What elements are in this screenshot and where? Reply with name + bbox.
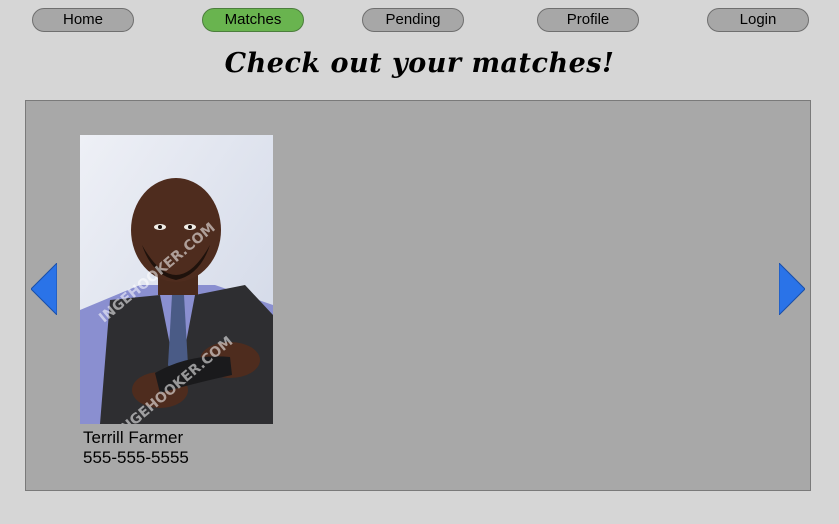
- match-phone: 555-555-5555: [83, 448, 189, 467]
- nav-login-button[interactable]: Login: [707, 8, 809, 32]
- match-name: Terrill Farmer: [83, 428, 184, 447]
- page-title: Check out your matches!: [224, 48, 615, 79]
- nav-pending-button[interactable]: Pending: [362, 8, 464, 32]
- nav-profile-button[interactable]: Profile: [537, 8, 639, 32]
- nav-matches-button[interactable]: Matches: [202, 8, 304, 32]
- match-photo: INGEHOOKER.COM INGEHOOKER.COM: [80, 135, 273, 424]
- arrow-right-icon[interactable]: [779, 263, 805, 315]
- nav-home-button[interactable]: Home: [32, 8, 134, 32]
- arrow-left-icon[interactable]: [31, 263, 57, 315]
- match-card[interactable]: INGEHOOKER.COM INGEHOOKER.COM Terrill Fa…: [80, 135, 280, 468]
